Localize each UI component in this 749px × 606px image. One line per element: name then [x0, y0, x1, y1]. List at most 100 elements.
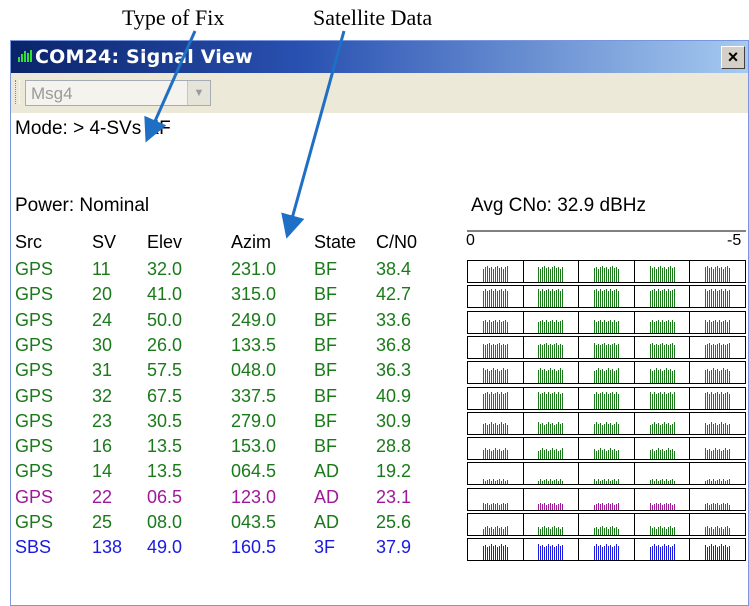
sat-cn0: 36.3 — [376, 360, 412, 380]
signal-bar-segment — [579, 539, 635, 560]
signal-bar-segment — [579, 261, 635, 282]
sat-cn0: 42.7 — [376, 284, 412, 304]
toolbar-grip[interactable] — [15, 80, 20, 104]
signal-bar-segment — [690, 286, 745, 307]
sat-elev: 13.5 — [147, 436, 183, 456]
sat-src: GPS — [15, 310, 54, 330]
sat-src: GPS — [15, 436, 54, 456]
signal-view-window: COM24: Signal View × Msg4 ▼ Mode: > 4-SV… — [10, 40, 749, 606]
sat-azim: 048.0 — [231, 360, 277, 380]
sat-state: BF — [314, 259, 338, 279]
signal-bar-segment — [690, 362, 745, 383]
signal-bar-segment — [579, 413, 635, 434]
title-bar[interactable]: COM24: Signal View × — [11, 41, 748, 73]
sat-src: GPS — [15, 461, 54, 481]
sat-cn0: 36.8 — [376, 335, 412, 355]
signal-strength-bar — [467, 488, 746, 511]
signal-bar-segment — [524, 388, 580, 409]
annotation-satellite-data: Satellite Data — [313, 5, 433, 30]
sat-azim: 043.5 — [231, 512, 277, 532]
signal-bar-segment — [524, 489, 580, 510]
sat-src: GPS — [15, 335, 54, 355]
signal-strength-bar — [467, 412, 746, 435]
signal-bar-segment — [690, 388, 745, 409]
signal-strength-bar — [467, 538, 746, 561]
signal-strength-bar — [467, 387, 746, 410]
sat-elev: 26.0 — [147, 335, 183, 355]
signal-bar-segment — [635, 413, 691, 434]
sat-azim: 160.5 — [231, 537, 277, 557]
sat-elev: 30.5 — [147, 411, 183, 431]
signal-bar-segment — [635, 362, 691, 383]
signal-bar-segment — [524, 463, 580, 484]
sat-src: SBS — [15, 537, 52, 557]
sat-azim: 337.5 — [231, 386, 277, 406]
fix-mode-text: Mode: > 4-SVs KF — [15, 118, 171, 139]
sat-state: BF — [314, 436, 338, 456]
sat-src: GPS — [15, 259, 54, 279]
sat-azim: 064.5 — [231, 461, 277, 481]
signal-bar-segment — [468, 362, 524, 383]
sat-src: GPS — [15, 487, 54, 507]
chevron-down-icon[interactable]: ▼ — [187, 81, 210, 105]
sat-sv: 138 — [92, 537, 123, 557]
sat-src: GPS — [15, 386, 54, 406]
signal-strength-bar — [467, 462, 746, 485]
sat-state: AD — [314, 512, 340, 532]
toolbar: Msg4 ▼ — [11, 73, 748, 113]
signal-bar-segment — [635, 286, 691, 307]
signal-bar-segment — [635, 539, 691, 560]
signal-bar-segment — [690, 438, 745, 459]
close-button[interactable]: × — [721, 46, 745, 69]
signal-bar-segment — [690, 337, 745, 358]
sat-elev: 32.0 — [147, 259, 183, 279]
column-header-cn0: C/N0 — [376, 232, 418, 252]
sat-sv: 32 — [92, 386, 113, 406]
sat-elev: 49.0 — [147, 537, 183, 557]
signal-bar-segment — [468, 514, 524, 535]
sat-sv: 24 — [92, 310, 113, 330]
signal-bars-icon — [17, 49, 33, 63]
message-select[interactable]: Msg4 ▼ — [25, 80, 211, 106]
sat-azim: 279.0 — [231, 411, 277, 431]
signal-bar-segment — [579, 489, 635, 510]
cno-scale-line — [467, 230, 746, 232]
signal-bar-segment — [524, 514, 580, 535]
signal-bar-segment — [468, 388, 524, 409]
sat-state: BF — [314, 360, 338, 380]
signal-bar-segment — [690, 489, 745, 510]
sat-sv: 20 — [92, 284, 113, 304]
sat-sv: 25 — [92, 512, 113, 532]
sat-cn0: 23.1 — [376, 487, 412, 507]
signal-bar-segment — [690, 261, 745, 282]
sat-azim: 133.5 — [231, 335, 277, 355]
signal-bar-segment — [579, 362, 635, 383]
signal-bar-segment — [690, 539, 745, 560]
close-icon: × — [727, 47, 739, 67]
signal-bar-segment — [579, 337, 635, 358]
sat-cn0: 40.9 — [376, 386, 412, 406]
window-title: COM24: Signal View — [35, 46, 253, 68]
signal-bar-segment — [635, 388, 691, 409]
signal-bar-segment — [524, 362, 580, 383]
sat-state: BF — [314, 386, 338, 406]
signal-bar-segment — [690, 413, 745, 434]
sat-elev: 57.5 — [147, 360, 183, 380]
sat-state: BF — [314, 335, 338, 355]
sat-state: AD — [314, 461, 340, 481]
sat-cn0: 28.8 — [376, 436, 412, 456]
annotation-type-of-fix: Type of Fix — [122, 5, 225, 30]
sat-azim: 123.0 — [231, 487, 277, 507]
power-status-text: Power: Nominal — [15, 195, 150, 216]
sat-elev: 41.0 — [147, 284, 183, 304]
signal-bar-segment — [468, 413, 524, 434]
column-header-elev: Elev — [147, 232, 183, 252]
signal-bar-segment — [524, 438, 580, 459]
sat-src: GPS — [15, 284, 54, 304]
column-header-azim: Azim — [231, 232, 271, 252]
sat-elev: 08.0 — [147, 512, 183, 532]
sat-src: GPS — [15, 360, 54, 380]
signal-bar-segment — [524, 286, 580, 307]
sat-state: 3F — [314, 537, 336, 557]
signal-bar-segment — [468, 312, 524, 333]
